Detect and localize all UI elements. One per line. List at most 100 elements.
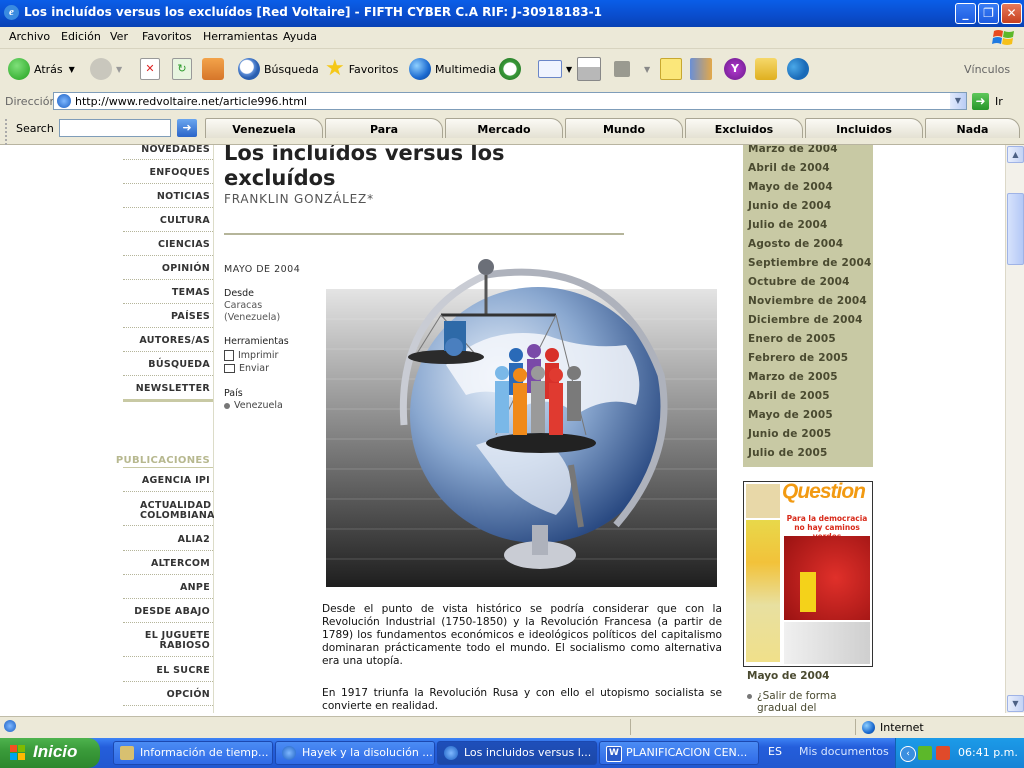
scroll-up-icon[interactable]: ▲ [1007, 146, 1024, 163]
task-informacion[interactable]: Información de tiemp... [113, 741, 273, 765]
pub-el-sucre[interactable]: EL SUCRE [156, 666, 210, 676]
search-go-icon[interactable]: ➜ [177, 119, 197, 137]
nav-busqueda[interactable]: BÚSQUEDA [148, 360, 210, 370]
menu-favoritos[interactable]: Favoritos [142, 30, 192, 43]
print-link[interactable]: Imprimir [224, 350, 278, 361]
go-button[interactable]: ➜ Ir [972, 93, 1003, 110]
archive-month[interactable]: Julio de 2004 [748, 219, 828, 231]
grip-icon[interactable] [5, 119, 9, 145]
nav-autores[interactable]: AUTORES/AS [139, 336, 210, 346]
search-tab-incluidos[interactable]: Incluidos [805, 118, 923, 138]
country-link[interactable]: Venezuela [224, 400, 283, 411]
media-button[interactable]: Multimedia [409, 57, 496, 81]
pub-altercom[interactable]: ALTERCOM [151, 559, 210, 569]
contacts-button[interactable] [787, 57, 813, 81]
forward-button[interactable]: ▼ [90, 57, 122, 81]
notes-button[interactable] [660, 57, 686, 81]
archive-month[interactable]: Marzo de 2005 [748, 371, 838, 383]
send-link[interactable]: Enviar [224, 363, 269, 374]
menu-ver[interactable]: Ver [110, 30, 128, 43]
nav-newsletter[interactable]: NEWSLETTER [136, 384, 210, 394]
archive-month[interactable]: Junio de 2005 [748, 428, 831, 440]
pub-agencia-ipi[interactable]: AGENCIA IPI [142, 476, 210, 486]
archive-month[interactable]: Enero de 2005 [748, 333, 836, 345]
mail-dropdown-icon[interactable]: ▼ [566, 65, 572, 74]
nav-enfoques[interactable]: ENFOQUES [149, 168, 210, 178]
magazine-cover[interactable]: Question Para la democracia no hay camin… [743, 481, 873, 667]
magazine-article-link[interactable]: ¿Salir de forma gradual del [747, 690, 867, 713]
archive-month[interactable]: Diciembre de 2004 [748, 314, 863, 326]
maximize-button[interactable]: ❐ [978, 3, 999, 24]
pub-desde-abajo[interactable]: DESDE ABAJO [134, 607, 210, 617]
task-planificacion[interactable]: W PLANIFICACION CEN... [599, 741, 759, 765]
nav-cultura[interactable]: CULTURA [160, 216, 210, 226]
links-label[interactable]: Vínculos [964, 57, 1010, 81]
archive-month[interactable]: Octubre de 2004 [748, 276, 850, 288]
nav-novedades[interactable]: NOVEDADES [141, 145, 210, 155]
network-icon[interactable] [918, 746, 932, 760]
archive-month[interactable]: Abril de 2005 [748, 390, 830, 402]
archive-month[interactable]: Noviembre de 2004 [748, 295, 867, 307]
tray-expand-icon[interactable]: ‹ [900, 746, 916, 762]
pub-alia2[interactable]: ALIA2 [178, 535, 210, 545]
scroll-thumb[interactable] [1007, 193, 1024, 265]
archive-month[interactable]: Julio de 2005 [748, 447, 828, 459]
vertical-scrollbar[interactable]: ▲ ▼ [1005, 145, 1024, 713]
menu-herramientas[interactable]: Herramientas [203, 30, 278, 43]
messenger-button[interactable]: Y [724, 57, 750, 81]
archive-month[interactable]: Abril de 2004 [748, 162, 830, 174]
nav-temas[interactable]: TEMAS [172, 288, 210, 298]
address-dropdown-icon[interactable]: ▼ [950, 93, 966, 109]
language-indicator[interactable]: ES [768, 745, 782, 758]
search-tab-excluidos[interactable]: Excluidos [685, 118, 803, 138]
back-button[interactable]: Atrás ▼ [8, 57, 75, 81]
archive-month[interactable]: Agosto de 2004 [748, 238, 843, 250]
search-tab-mercado[interactable]: Mercado [445, 118, 563, 138]
research-button[interactable] [690, 57, 716, 81]
archive-month[interactable]: Mayo de 2004 [748, 181, 833, 193]
nav-ciencias[interactable]: CIENCIAS [158, 240, 210, 250]
task-hayek[interactable]: Hayek y la disolución ... [275, 741, 435, 765]
mail-button[interactable]: ▼ [538, 57, 572, 81]
start-button[interactable]: Inicio [0, 738, 100, 768]
minimize-button[interactable]: _ [955, 3, 976, 24]
pub-anpe[interactable]: ANPE [180, 583, 210, 593]
archive-month[interactable]: Febrero de 2005 [748, 352, 848, 364]
scroll-down-icon[interactable]: ▼ [1007, 695, 1024, 712]
clock[interactable]: 06:41 p.m. [958, 746, 1018, 759]
refresh-button[interactable]: ↻ [172, 57, 196, 81]
pub-opcion[interactable]: OPCIÓN [167, 690, 210, 700]
search-tab-para[interactable]: Para [325, 118, 443, 138]
bag-button[interactable] [755, 57, 781, 81]
address-input[interactable]: http://www.redvoltaire.net/article996.ht… [53, 92, 967, 110]
archive-month[interactable]: Junio de 2004 [748, 200, 831, 212]
nav-opinion[interactable]: OPINIÓN [162, 264, 210, 274]
search-button[interactable]: Búsqueda [238, 57, 319, 81]
nav-paises[interactable]: PAÍSES [171, 312, 210, 322]
magazine-issue[interactable]: Mayo de 2004 [747, 670, 829, 682]
back-dropdown-icon[interactable]: ▼ [69, 65, 75, 74]
archive-month[interactable]: Septiembre de 2004 [748, 257, 871, 269]
close-button[interactable]: ✕ [1001, 3, 1022, 24]
search-tab-venezuela[interactable]: Venezuela [205, 118, 323, 138]
pub-el-juguete-rabioso[interactable]: EL JUGUETE RABIOSO [140, 631, 210, 651]
my-documents-toolbar[interactable]: Mis documentos [799, 745, 889, 758]
print-button[interactable] [577, 57, 605, 81]
stop-button[interactable]: ✕ [140, 57, 164, 81]
pub-actualidad-colombiana[interactable]: ACTUALIDAD COLOMBIANA [140, 501, 214, 521]
task-incluidos[interactable]: Los incluidos versus l... [437, 741, 597, 765]
menu-ayuda[interactable]: Ayuda [283, 30, 317, 43]
security-alert-icon[interactable] [936, 746, 950, 760]
edit-button[interactable]: ▼ [614, 57, 650, 81]
history-button[interactable] [499, 57, 525, 81]
menu-edicion[interactable]: Edición [61, 30, 101, 43]
edit-dropdown-icon[interactable]: ▼ [644, 65, 650, 74]
menu-archivo[interactable]: Archivo [9, 30, 50, 43]
archive-month[interactable]: Mayo de 2005 [748, 409, 833, 421]
search-input[interactable] [59, 119, 171, 137]
search-tab-mundo[interactable]: Mundo [565, 118, 683, 138]
favorites-button[interactable]: ★ Favoritos [325, 57, 398, 81]
archive-month[interactable]: Marzo de 2004 [748, 145, 838, 155]
home-button[interactable] [202, 57, 228, 81]
nav-noticias[interactable]: NOTICIAS [157, 192, 210, 202]
